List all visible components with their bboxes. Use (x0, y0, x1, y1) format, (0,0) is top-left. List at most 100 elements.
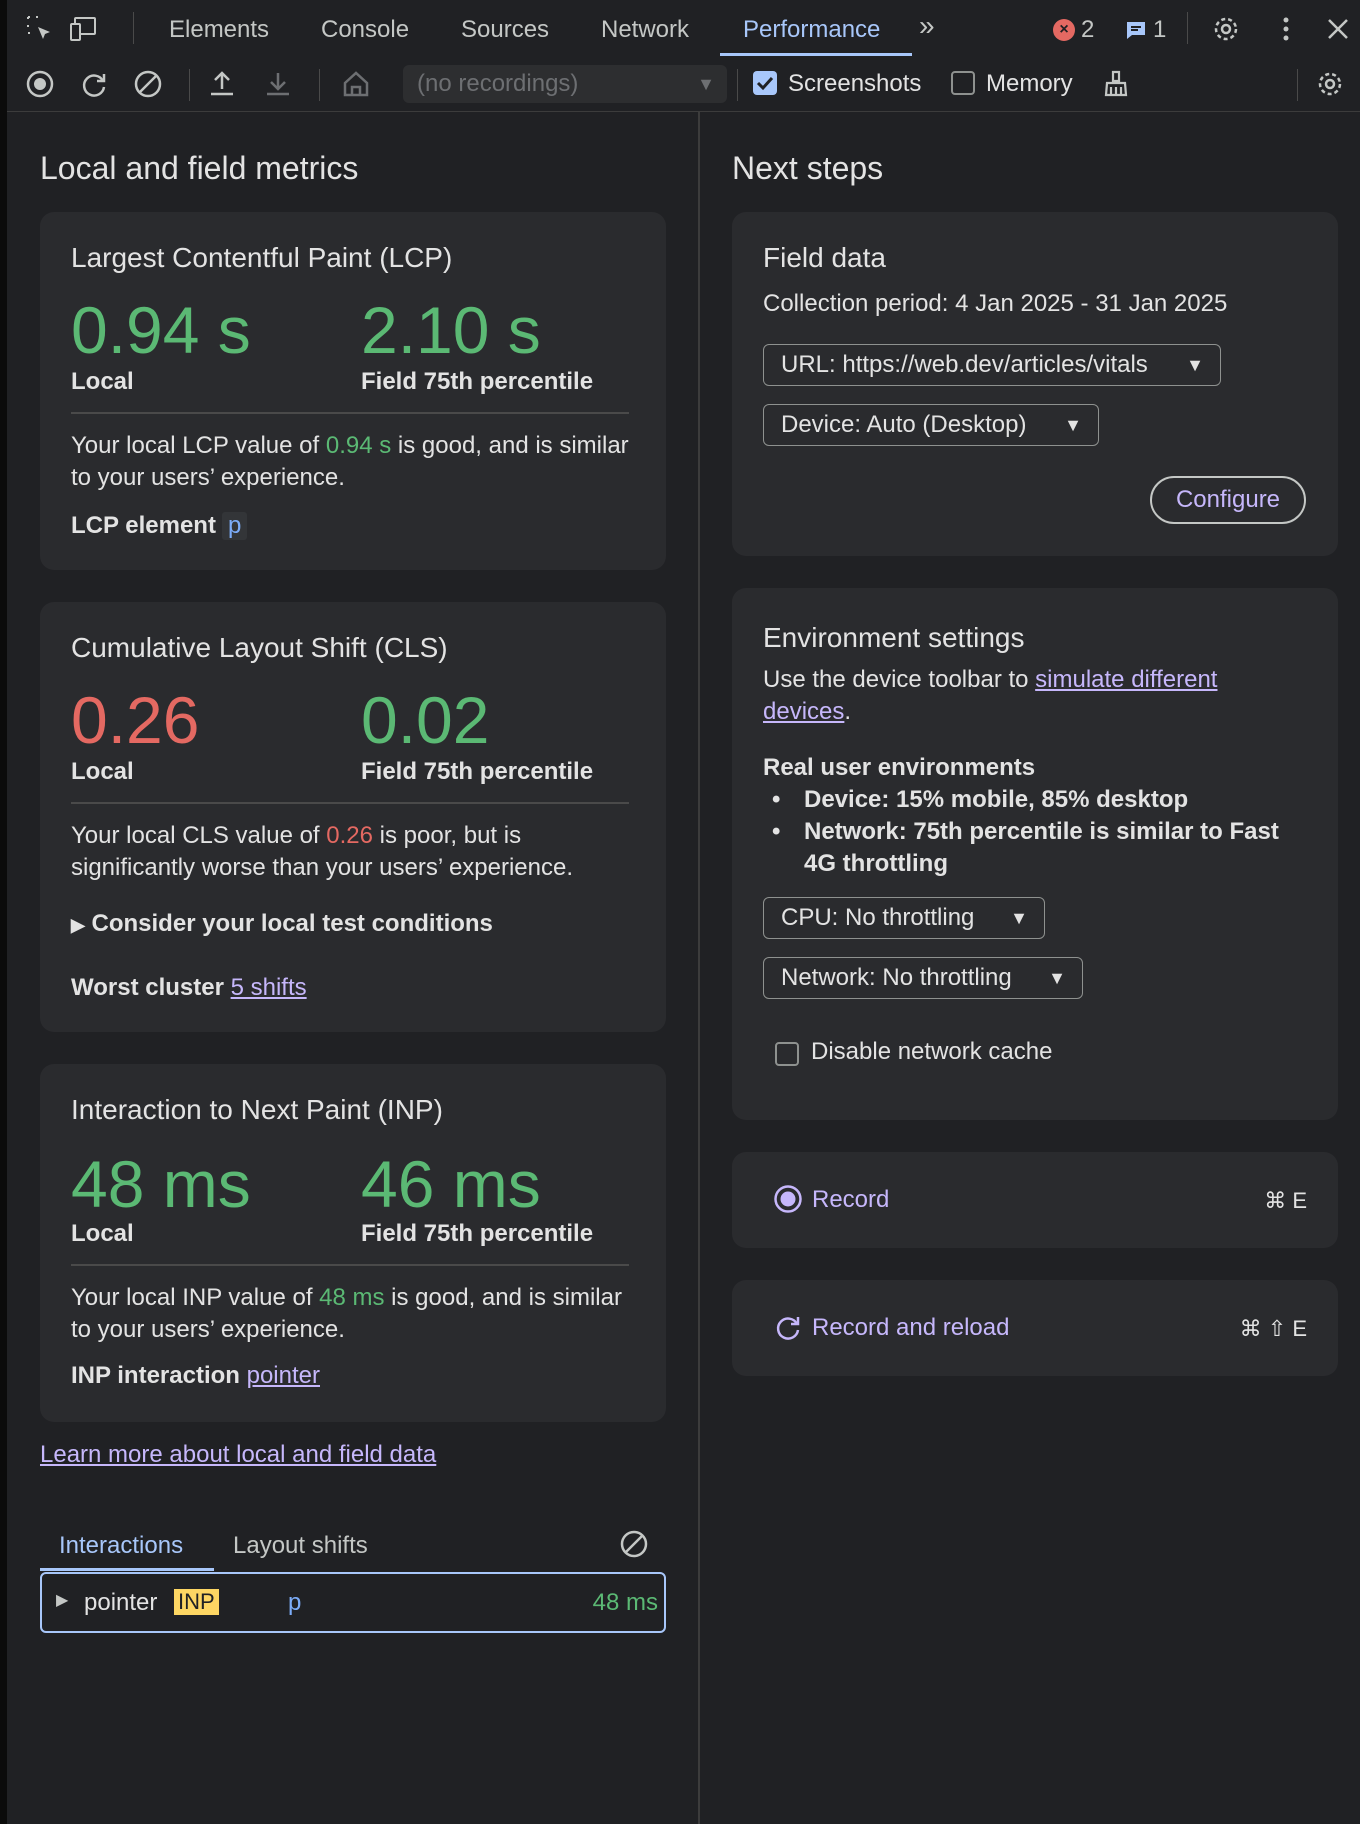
window-edge (0, 0, 7, 1824)
real-user-environments-title: Real user environments (763, 754, 1036, 781)
lcp-description: Your local LCP value of 0.94 s is good, … (71, 432, 629, 491)
close-icon[interactable] (1323, 14, 1353, 44)
more-options-icon[interactable] (1271, 14, 1301, 44)
record-icon[interactable] (25, 69, 55, 99)
screenshots-checkbox[interactable] (753, 71, 777, 95)
panel-divider[interactable] (698, 111, 700, 1824)
error-badge[interactable]: × 2 (1053, 16, 1094, 44)
environment-description: Use the device toolbar to simulate diffe… (763, 666, 1218, 725)
inp-local-label: Local (71, 1220, 134, 1247)
inspect-element-icon[interactable] (25, 14, 55, 44)
reload-record-icon[interactable] (79, 69, 109, 99)
network-throttling-select[interactable]: Network: No throttling ▼ (763, 957, 1083, 999)
disable-cache-checkbox[interactable] (775, 1042, 799, 1066)
chevron-down-icon: ▼ (697, 74, 715, 94)
tab-elements[interactable]: Elements (169, 16, 269, 44)
record-label[interactable]: Record (812, 1186, 889, 1214)
collection-period: Collection period: 4 Jan 2025 - 31 Jan 2… (763, 290, 1228, 317)
clear-icon[interactable] (619, 1529, 649, 1559)
record-reload-label[interactable]: Record and reload (812, 1314, 1009, 1342)
lcp-title: Largest Contentful Paint (LCP) (71, 242, 453, 273)
cls-title: Cumulative Layout Shift (CLS) (71, 632, 448, 663)
reload-icon (773, 1312, 803, 1342)
separator (1297, 69, 1298, 101)
cls-field-value: 0.02 (361, 683, 490, 757)
device-select[interactable]: Device: Auto (Desktop) ▼ (763, 404, 1099, 446)
environment-list: • Device: 15% mobile, 85% desktop • Networ… (772, 784, 1292, 880)
record-icon (773, 1184, 803, 1214)
configure-button[interactable]: Configure (1150, 476, 1306, 524)
memory-label: Memory (986, 70, 1073, 97)
lcp-local-label: Local (71, 368, 134, 395)
interaction-row[interactable]: ▶ pointer INP p 48 ms (40, 1572, 666, 1633)
record-reload-shortcut: ⌘ ⇧ E (1239, 1316, 1307, 1341)
environment-settings-title: Environment settings (763, 622, 1025, 653)
tab-sources[interactable]: Sources (461, 16, 549, 44)
clear-icon[interactable] (133, 69, 163, 99)
tab-network[interactable]: Network (601, 16, 689, 44)
download-icon[interactable] (263, 69, 293, 99)
cls-local-value: 0.26 (71, 683, 200, 757)
disable-cache-label: Disable network cache (811, 1038, 1053, 1065)
list-item: • Device: 15% mobile, 85% desktop (772, 786, 1189, 813)
more-tabs-icon[interactable]: » (919, 10, 949, 41)
learn-more-link[interactable]: Learn more about local and field data (40, 1441, 436, 1469)
tab-performance[interactable]: Performance (743, 16, 880, 44)
field-data-card: Field data Collection period: 4 Jan 2025… (732, 212, 1338, 556)
separator (133, 12, 134, 44)
interaction-element[interactable]: p (288, 1589, 301, 1617)
interaction-value: 48 ms (592, 1589, 658, 1616)
environment-settings-card: Environment settings Use the device tool… (732, 588, 1338, 1120)
record-card[interactable]: Record ⌘ E (732, 1152, 1338, 1248)
divider (71, 412, 629, 414)
url-select[interactable]: URL: https://web.dev/articles/vitals ▼ (763, 344, 1221, 386)
message-badge[interactable]: 1 (1125, 16, 1166, 44)
worst-cluster-row: Worst cluster 5 shifts (71, 974, 307, 1001)
inp-field-label: Field 75th percentile (361, 1220, 594, 1247)
inp-title: Interaction to Next Paint (INP) (71, 1094, 443, 1125)
device-toolbar-icon[interactable] (69, 14, 99, 44)
lcp-field-label: Field 75th percentile (361, 368, 594, 395)
tab-layout-shifts[interactable]: Layout shifts (233, 1532, 368, 1560)
capture-settings-gear-icon[interactable] (1315, 69, 1345, 99)
cls-local-label: Local (71, 758, 134, 785)
tab-bar: Elements Console Sources Network Perform… (7, 0, 1360, 58)
separator (1187, 12, 1188, 44)
tab-interactions[interactable]: Interactions (59, 1532, 183, 1560)
lcp-local-value: 0.94 s (71, 293, 251, 367)
active-tab-indicator (720, 53, 912, 56)
recordings-select[interactable]: (no recordings) ▼ (403, 65, 727, 103)
screenshots-label: Screenshots (788, 70, 922, 97)
chevron-down-icon: ▼ (1064, 415, 1082, 435)
garbage-collect-icon[interactable] (1101, 69, 1131, 99)
lcp-element-row: LCP element p (71, 512, 248, 540)
divider (71, 802, 629, 804)
separator (319, 69, 320, 101)
chevron-down-icon: ▼ (1010, 908, 1028, 928)
inp-card: Interaction to Next Paint (INP) 48 ms Lo… (40, 1064, 666, 1422)
next-steps-heading: Next steps (732, 150, 884, 186)
home-icon[interactable] (341, 69, 371, 99)
inp-interaction-row: INP interaction pointer (71, 1362, 320, 1389)
cpu-throttling-select[interactable]: CPU: No throttling ▼ (763, 897, 1045, 939)
separator (189, 69, 190, 101)
divider (71, 1264, 629, 1266)
cls-field-label: Field 75th percentile (361, 758, 594, 785)
upload-icon[interactable] (207, 69, 237, 99)
inp-interaction-link[interactable]: pointer (247, 1362, 320, 1389)
list-item: • Network: 75th percentile is similar to … (772, 818, 1279, 877)
cls-card: Cumulative Layout Shift (CLS) 0.26 Local… (40, 602, 666, 1032)
chevron-down-icon: ▼ (1186, 355, 1204, 375)
tab-console[interactable]: Console (321, 16, 409, 44)
memory-checkbox[interactable] (951, 71, 975, 95)
lcp-card: Largest Contentful Paint (LCP) 0.94 s Lo… (40, 212, 666, 570)
consider-test-conditions-toggle[interactable]: ▶ Consider your local test conditions (71, 910, 493, 938)
inp-badge: INP (174, 1589, 219, 1615)
worst-cluster-link[interactable]: 5 shifts (231, 974, 307, 1001)
local-field-metrics-heading: Local and field metrics (40, 150, 359, 186)
settings-gear-icon[interactable] (1211, 14, 1241, 44)
triangle-right-icon: ▶ (56, 1592, 69, 1609)
lcp-element-tag[interactable]: p (221, 512, 248, 540)
record-reload-card[interactable]: Record and reload ⌘ ⇧ E (732, 1280, 1338, 1376)
devtools-window: Elements Console Sources Network Perform… (0, 0, 1360, 1824)
